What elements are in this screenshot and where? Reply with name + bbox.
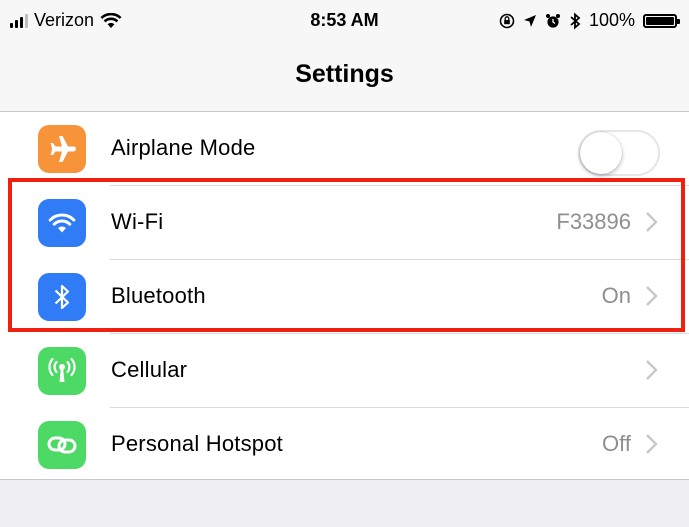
chevron-right-icon — [646, 212, 658, 232]
battery-icon — [643, 13, 680, 28]
airplane-icon — [38, 125, 86, 173]
navigation-bar: Settings — [0, 44, 689, 112]
settings-screen: Verizon 8:53 AM 100% Settings Airplane M… — [0, 0, 689, 527]
location-icon — [523, 14, 536, 27]
settings-list: Airplane Mode Wi-Fi F33896 Bluetooth On … — [0, 112, 689, 480]
battery-percent: 100% — [588, 10, 635, 30]
status-right: 100% — [499, 10, 680, 31]
toggle-knob — [580, 132, 622, 174]
wifi-icon — [38, 199, 86, 247]
bluetooth-icon — [38, 273, 86, 321]
alarm-icon — [545, 13, 560, 28]
chevron-right-icon — [646, 360, 658, 380]
chevron-right-icon — [646, 434, 658, 454]
row-label: Bluetooth — [111, 283, 206, 308]
row-detail-value: F33896 — [556, 209, 631, 234]
bluetooth-status-icon — [570, 12, 581, 29]
row-bluetooth[interactable]: Bluetooth On — [0, 260, 689, 334]
row-wifi[interactable]: Wi-Fi F33896 — [0, 186, 689, 260]
cellular-icon — [38, 347, 86, 395]
orientation-lock-icon — [499, 13, 515, 28]
chevron-right-icon — [646, 286, 658, 306]
row-label: Cellular — [111, 357, 188, 382]
page-title: Settings — [295, 60, 394, 88]
row-label: Wi-Fi — [111, 209, 164, 234]
row-airplane-mode[interactable]: Airplane Mode — [0, 112, 689, 186]
row-detail-value: On — [601, 283, 631, 308]
row-label: Personal Hotspot — [111, 431, 283, 456]
hotspot-icon — [38, 421, 86, 469]
row-detail-value: Off — [602, 431, 631, 456]
airplane-mode-toggle[interactable] — [578, 130, 660, 176]
row-label: Airplane Mode — [111, 135, 256, 160]
row-cellular[interactable]: Cellular — [0, 334, 689, 408]
row-personal-hotspot[interactable]: Personal Hotspot Off — [0, 408, 689, 482]
status-bar: Verizon 8:53 AM 100% — [0, 0, 689, 44]
